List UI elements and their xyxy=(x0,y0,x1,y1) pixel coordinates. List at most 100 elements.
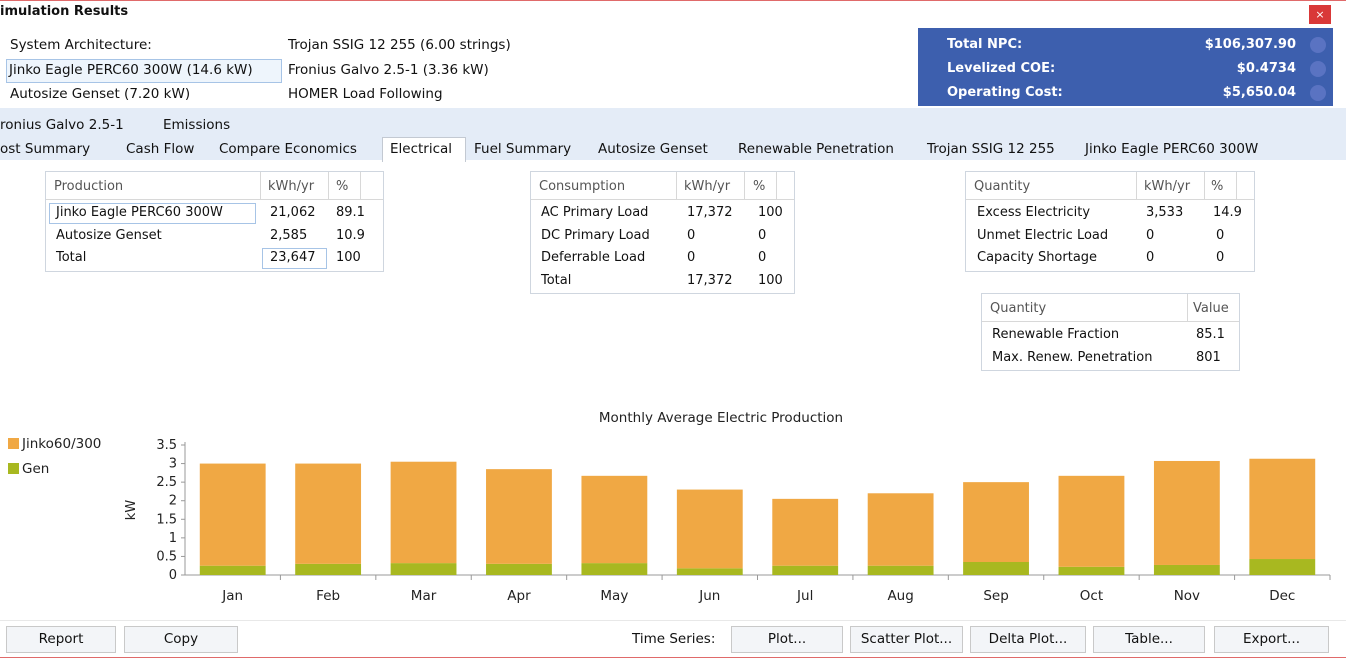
consumption-row-4-kwh: 17,372 xyxy=(687,273,733,288)
chart-title: Monthly Average Electric Production xyxy=(599,410,843,426)
tab-autosize-genset[interactable]: Autosize Genset xyxy=(598,141,708,157)
y-axis-label: kW xyxy=(124,500,139,521)
renewable-row-2-name: Max. Renew. Penetration xyxy=(992,350,1153,365)
x-tick-label: Mar xyxy=(411,588,437,604)
table-button[interactable]: Table... xyxy=(1093,626,1205,653)
tab-electrical[interactable]: Electrical xyxy=(390,141,452,157)
production-row-3-kwh: 23,647 xyxy=(270,250,316,265)
renewable-row-2-value: 801 xyxy=(1196,350,1221,365)
production-row-1-kwh: 21,062 xyxy=(270,205,316,220)
x-tick-label: Sep xyxy=(983,588,1008,604)
y-tick-label: 1.5 xyxy=(156,512,177,527)
consumption-row-4-pct: 100 xyxy=(758,273,783,288)
consumption-row-2-pct: 0 xyxy=(758,228,767,243)
tab-compare-economics[interactable]: Compare Economics xyxy=(219,141,357,157)
production-header-pct: % xyxy=(336,179,349,194)
copy-button[interactable]: Copy xyxy=(124,626,238,653)
consumption-header-kwh: kWh/yr xyxy=(684,179,731,194)
window-title-bar xyxy=(0,0,1346,27)
bar-jinko60-300-aug xyxy=(867,493,934,566)
levelized-coe-label: Levelized COE: xyxy=(947,61,1056,76)
window-title: imulation Results xyxy=(0,4,129,19)
scatter-plot-button[interactable]: Scatter Plot... xyxy=(850,626,963,653)
x-tick-label: Oct xyxy=(1080,588,1103,604)
consumption-table: Consumption kWh/yr % AC Primary Load 17,… xyxy=(530,171,795,294)
y-tick-label: 2.5 xyxy=(156,475,177,490)
x-tick-label: Jan xyxy=(221,588,243,604)
bar-jinko60-300-oct xyxy=(1058,475,1125,567)
architecture-converter[interactable]: Fronius Galvo 2.5-1 (3.36 kW) xyxy=(288,62,489,78)
architecture-label: System Architecture: xyxy=(10,37,152,53)
operating-cost-info-icon[interactable] xyxy=(1310,85,1326,101)
quantity-row-1-pct: 14.9 xyxy=(1213,205,1242,220)
production-row-1-name: Jinko Eagle PERC60 300W xyxy=(56,205,223,220)
bar-gen-jan xyxy=(199,565,266,575)
production-row-3-name: Total xyxy=(56,250,87,265)
export-button[interactable]: Export... xyxy=(1214,626,1329,653)
quantity-row-2-pct: 0 xyxy=(1216,228,1225,243)
close-button[interactable]: × xyxy=(1309,5,1331,24)
bar-jinko60-300-nov xyxy=(1153,460,1220,565)
legend-swatch-jinko60-300 xyxy=(8,438,19,449)
tab-jinko-pv[interactable]: Jinko Eagle PERC60 300W xyxy=(1085,141,1258,157)
legend-label: Gen xyxy=(22,461,49,477)
production-row-2-kwh: 2,585 xyxy=(270,228,308,243)
tab-emissions[interactable]: Emissions xyxy=(163,117,230,133)
y-tick-label: 3 xyxy=(169,457,177,472)
legend-swatch-gen xyxy=(8,463,19,474)
x-tick-label: Nov xyxy=(1174,588,1200,604)
plot-button[interactable]: Plot... xyxy=(731,626,843,653)
x-tick-label: Jul xyxy=(796,588,813,604)
quantity-row-1-name: Excess Electricity xyxy=(977,205,1091,220)
tab-fronius-galvo[interactable]: ronius Galvo 2.5-1 xyxy=(0,117,124,133)
tab-renewable-penetration[interactable]: Renewable Penetration xyxy=(738,141,894,157)
consumption-row-4-name: Total xyxy=(541,273,572,288)
architecture-dispatch[interactable]: HOMER Load Following xyxy=(288,86,443,102)
consumption-row-3-kwh: 0 xyxy=(687,250,696,265)
bar-jinko60-300-jun xyxy=(676,489,743,569)
quantity-header-kwh: kWh/yr xyxy=(1144,179,1191,194)
quantity-row-3-pct: 0 xyxy=(1216,250,1225,265)
bar-gen-dec xyxy=(1249,559,1316,575)
architecture-genset[interactable]: Autosize Genset (7.20 kW) xyxy=(10,86,190,102)
tab-cash-flow[interactable]: Cash Flow xyxy=(126,141,194,157)
monthly-production-chart: Monthly Average Electric Production 0 0.5 1… xyxy=(8,410,1331,604)
tab-trojan-battery[interactable]: Trojan SSIG 12 255 xyxy=(927,141,1055,157)
legend-label: Jinko60/300 xyxy=(21,436,101,452)
delta-plot-button[interactable]: Delta Plot... xyxy=(970,626,1086,653)
renewable-row-1-name: Renewable Fraction xyxy=(992,327,1120,342)
production-row-3-pct: 100 xyxy=(336,250,361,265)
bar-jinko60-300-may xyxy=(581,475,648,564)
tab-cost-summary[interactable]: ost Summary xyxy=(0,141,90,157)
y-tick-label: 3.5 xyxy=(156,438,177,453)
consumption-header-pct: % xyxy=(753,179,766,194)
consumption-row-2-name: DC Primary Load xyxy=(541,228,650,243)
report-button[interactable]: Report xyxy=(6,626,116,653)
total-npc-info-icon[interactable] xyxy=(1310,37,1326,53)
time-series-label: Time Series: xyxy=(632,631,716,647)
production-table: Production kWh/yr % Jinko Eagle PERC60 3… xyxy=(45,171,384,272)
architecture-pv[interactable]: Jinko Eagle PERC60 300W (14.6 kW) xyxy=(9,62,253,78)
bar-jinko60-300-jul xyxy=(772,498,839,566)
x-tick-label: May xyxy=(600,588,628,604)
production-header-name: Production xyxy=(54,179,124,194)
bar-gen-jul xyxy=(772,565,839,575)
architecture-battery[interactable]: Trojan SSIG 12 255 (6.00 strings) xyxy=(288,37,511,53)
bar-gen-aug xyxy=(867,565,934,575)
bar-jinko60-300-apr xyxy=(486,469,552,564)
total-npc-value: $106,307.90 xyxy=(1204,37,1296,52)
quantity-header-pct: % xyxy=(1211,179,1224,194)
x-tick-label: Aug xyxy=(887,588,913,604)
quantity-row-2-kwh: 0 xyxy=(1146,228,1155,243)
levelized-coe-info-icon[interactable] xyxy=(1310,61,1326,77)
bar-jinko60-300-dec xyxy=(1249,458,1316,560)
x-tick-label: Dec xyxy=(1269,588,1295,604)
quantity-row-3-kwh: 0 xyxy=(1146,250,1155,265)
tab-fuel-summary[interactable]: Fuel Summary xyxy=(474,141,571,157)
quantity-table: Quantity kWh/yr % Excess Electricity 3,5… xyxy=(965,171,1255,272)
window-bottom-border xyxy=(0,657,1346,658)
quantity-row-2-name: Unmet Electric Load xyxy=(977,228,1109,243)
total-npc-label: Total NPC: xyxy=(947,37,1023,52)
bar-jinko60-300-feb xyxy=(295,463,362,564)
bar-gen-apr xyxy=(486,563,552,575)
